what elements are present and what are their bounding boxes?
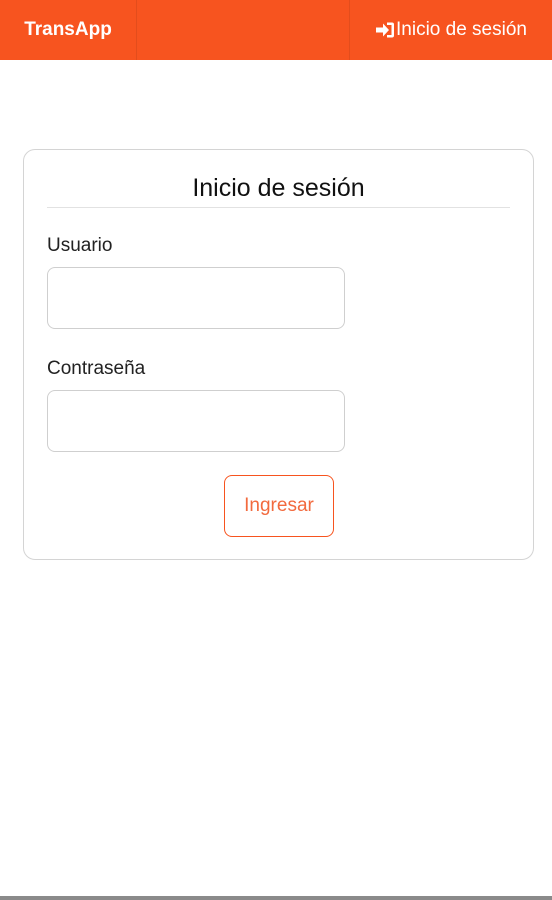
login-nav-label: Inicio de sesión [396,19,527,40]
password-input[interactable] [47,390,345,452]
bottom-edge [0,896,552,900]
card-title: Inicio de sesión [192,174,365,202]
navbar-divider [136,0,137,60]
sign-in-icon [375,21,395,39]
card-divider [47,207,510,208]
navbar: TransApp Inicio de sesión [0,0,552,60]
brand-link[interactable]: TransApp [0,0,136,60]
username-label: Usuario [47,235,113,256]
page: TransApp Inicio de sesión Inicio de sesi… [0,0,552,900]
login-card: Inicio de sesión Usuario Contraseña Ingr… [23,149,534,560]
submit-button[interactable]: Ingresar [224,475,334,537]
password-label: Contraseña [47,358,146,379]
login-nav-link[interactable]: Inicio de sesión [350,0,552,60]
username-input[interactable] [47,267,345,329]
